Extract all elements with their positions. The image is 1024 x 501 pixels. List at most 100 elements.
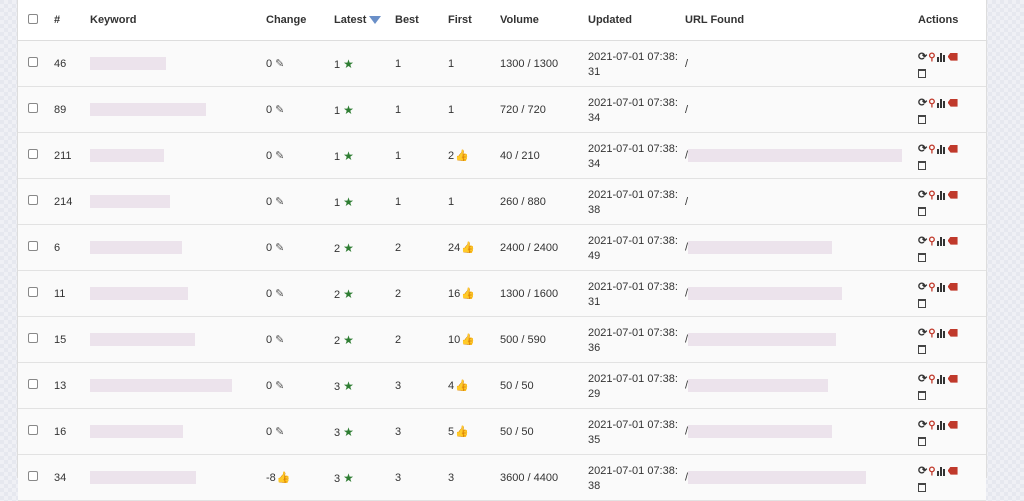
row-checkbox[interactable] bbox=[28, 149, 38, 159]
volume-value: 1300 / 1600 bbox=[500, 270, 588, 317]
refresh-icon[interactable]: ⟳ bbox=[918, 97, 927, 109]
url-prefix[interactable]: / bbox=[685, 196, 688, 208]
search-icon[interactable]: ⚲ bbox=[928, 374, 935, 386]
row-checkbox[interactable] bbox=[28, 333, 38, 343]
actions-cell: ⟳⚲ bbox=[918, 132, 986, 179]
updated-date: 2021-07-01 07:38: bbox=[588, 96, 678, 109]
refresh-icon[interactable]: ⟳ bbox=[918, 465, 927, 477]
sort-desc-icon[interactable] bbox=[369, 16, 382, 25]
header-number[interactable]: # bbox=[54, 0, 90, 41]
tag-icon[interactable] bbox=[947, 51, 958, 63]
bar-chart-icon[interactable] bbox=[936, 465, 947, 477]
bar-chart-icon[interactable] bbox=[936, 327, 947, 339]
updated-seconds: 38 bbox=[588, 203, 601, 216]
best-value: 3 bbox=[395, 408, 448, 455]
bar-chart-icon[interactable] bbox=[936, 51, 947, 63]
refresh-icon[interactable]: ⟳ bbox=[918, 327, 927, 339]
trash-icon[interactable] bbox=[918, 434, 926, 446]
trash-icon[interactable] bbox=[918, 342, 926, 354]
trash-icon[interactable] bbox=[918, 66, 926, 78]
tag-icon[interactable] bbox=[947, 419, 958, 431]
redacted-keyword[interactable] bbox=[90, 195, 170, 208]
redacted-keyword[interactable] bbox=[90, 241, 182, 254]
url-prefix[interactable]: / bbox=[685, 104, 688, 116]
bar-chart-icon[interactable] bbox=[936, 143, 947, 155]
header-first[interactable]: First bbox=[448, 0, 500, 41]
header-url-found[interactable]: URL Found bbox=[685, 0, 918, 41]
tag-icon[interactable] bbox=[947, 373, 958, 385]
redacted-keyword[interactable] bbox=[90, 149, 164, 162]
refresh-icon[interactable]: ⟳ bbox=[918, 51, 927, 63]
trash-icon[interactable] bbox=[918, 480, 926, 492]
bar-chart-icon[interactable] bbox=[936, 235, 947, 247]
search-icon[interactable]: ⚲ bbox=[928, 466, 935, 478]
row-checkbox[interactable] bbox=[28, 379, 38, 389]
header-updated[interactable]: Updated bbox=[588, 0, 685, 41]
search-icon[interactable]: ⚲ bbox=[928, 328, 935, 340]
search-icon[interactable]: ⚲ bbox=[928, 98, 935, 110]
bar-chart-icon[interactable] bbox=[936, 281, 947, 293]
search-icon[interactable]: ⚲ bbox=[928, 144, 935, 156]
refresh-icon[interactable]: ⟳ bbox=[918, 235, 927, 247]
updated-seconds: 29 bbox=[588, 387, 601, 400]
search-icon[interactable]: ⚲ bbox=[928, 190, 935, 202]
search-icon[interactable]: ⚲ bbox=[928, 282, 935, 294]
row-checkbox[interactable] bbox=[28, 57, 38, 67]
bar-chart-icon[interactable] bbox=[936, 189, 947, 201]
row-checkbox[interactable] bbox=[28, 103, 38, 113]
trash-icon[interactable] bbox=[918, 388, 926, 400]
tag-icon[interactable] bbox=[947, 465, 958, 477]
tag-icon[interactable] bbox=[947, 143, 958, 155]
tag-icon[interactable] bbox=[947, 327, 958, 339]
row-checkbox[interactable] bbox=[28, 241, 38, 251]
row-checkbox[interactable] bbox=[28, 471, 38, 481]
keyword-cell bbox=[90, 316, 266, 363]
select-all-checkbox[interactable] bbox=[28, 13, 38, 24]
trash-icon[interactable] bbox=[918, 204, 926, 216]
refresh-icon[interactable]: ⟳ bbox=[918, 373, 927, 385]
url-cell: / bbox=[685, 316, 918, 363]
refresh-icon[interactable]: ⟳ bbox=[918, 419, 927, 431]
row-checkbox[interactable] bbox=[28, 287, 38, 297]
trash-icon[interactable] bbox=[918, 158, 926, 170]
trash-icon[interactable] bbox=[918, 112, 926, 124]
bar-chart-icon[interactable] bbox=[936, 97, 947, 109]
search-icon[interactable]: ⚲ bbox=[928, 52, 935, 64]
tag-icon[interactable] bbox=[947, 281, 958, 293]
refresh-icon[interactable]: ⟳ bbox=[918, 189, 927, 201]
url-prefix[interactable]: / bbox=[685, 58, 688, 70]
redacted-keyword[interactable] bbox=[90, 425, 183, 438]
header-best[interactable]: Best bbox=[395, 0, 448, 41]
header-change[interactable]: Change bbox=[266, 0, 334, 41]
row-checkbox[interactable] bbox=[28, 425, 38, 435]
tag-icon[interactable] bbox=[947, 235, 958, 247]
row-id: 214 bbox=[54, 178, 90, 225]
header-latest-cell[interactable]: Latest bbox=[334, 0, 395, 41]
first-cell: 4👍 bbox=[448, 362, 500, 409]
redacted-url bbox=[688, 287, 843, 300]
refresh-icon[interactable]: ⟳ bbox=[918, 281, 927, 293]
keyword-rank-table: # Keyword Change Latest Best First Volum… bbox=[18, 0, 986, 501]
header-volume[interactable]: Volume bbox=[500, 0, 588, 41]
redacted-keyword[interactable] bbox=[90, 57, 166, 70]
redacted-keyword[interactable] bbox=[90, 333, 195, 346]
redacted-keyword[interactable] bbox=[90, 287, 188, 300]
tag-icon[interactable] bbox=[947, 189, 958, 201]
table-row: 13 0 ✎ 3 ★ 3 4👍 50 / 50 2021-07-01 07:38: 29/⟳⚲ bbox=[18, 362, 986, 409]
row-checkbox[interactable] bbox=[28, 195, 38, 205]
tag-icon[interactable] bbox=[947, 97, 958, 109]
search-icon[interactable]: ⚲ bbox=[928, 420, 935, 432]
redacted-url bbox=[688, 149, 903, 162]
refresh-icon[interactable]: ⟳ bbox=[918, 143, 927, 155]
bar-chart-icon[interactable] bbox=[936, 419, 947, 431]
trash-icon[interactable] bbox=[918, 296, 926, 308]
row-select-cell bbox=[18, 40, 54, 87]
trash-icon[interactable] bbox=[918, 250, 926, 262]
redacted-keyword[interactable] bbox=[90, 379, 232, 392]
change-value: 0 bbox=[266, 150, 273, 162]
bar-chart-icon[interactable] bbox=[936, 373, 947, 385]
header-keyword[interactable]: Keyword bbox=[90, 0, 266, 41]
redacted-keyword[interactable] bbox=[90, 103, 206, 116]
search-icon[interactable]: ⚲ bbox=[928, 236, 935, 248]
latest-value: 2 bbox=[334, 242, 341, 255]
